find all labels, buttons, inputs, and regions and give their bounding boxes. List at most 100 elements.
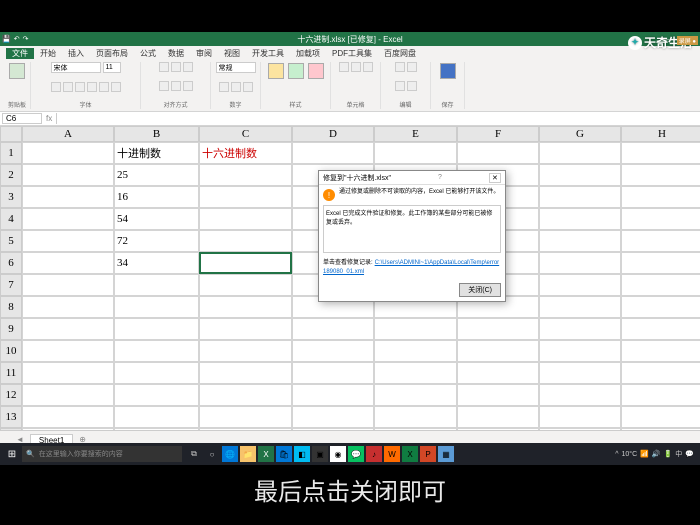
notification-icon[interactable]: 💬 bbox=[685, 450, 694, 458]
cell-A14[interactable] bbox=[22, 428, 114, 430]
cell-E9[interactable] bbox=[374, 318, 457, 340]
col-header-D[interactable]: D bbox=[292, 126, 374, 142]
cell-E14[interactable] bbox=[374, 428, 457, 430]
cell-E1[interactable] bbox=[374, 142, 457, 164]
cell-D9[interactable] bbox=[292, 318, 374, 340]
dialog-detail-area[interactable]: Excel 已完成文件验证和修复。此工作簿的某些部分可能已被修复或丢弃。 bbox=[323, 205, 501, 253]
app-icon-3[interactable]: ▦ bbox=[438, 446, 454, 462]
cell-A11[interactable] bbox=[22, 362, 114, 384]
row-header-2[interactable]: 2 bbox=[0, 164, 22, 186]
redo-icon[interactable]: ↷ bbox=[23, 35, 29, 43]
sort-icon[interactable] bbox=[395, 81, 405, 91]
cell-E13[interactable] bbox=[374, 406, 457, 428]
tab-view[interactable]: 视图 bbox=[218, 48, 246, 59]
tab-layout[interactable]: 页面布局 bbox=[90, 48, 134, 59]
tab-addins[interactable]: 加载项 bbox=[290, 48, 326, 59]
cell-C4[interactable] bbox=[199, 208, 292, 230]
tab-file[interactable]: 文件 bbox=[6, 48, 34, 59]
row-header-5[interactable]: 5 bbox=[0, 230, 22, 252]
cell-B5[interactable]: 72 bbox=[114, 230, 199, 252]
cell-B2[interactable]: 25 bbox=[114, 164, 199, 186]
cell-D10[interactable] bbox=[292, 340, 374, 362]
comma-icon[interactable] bbox=[243, 82, 253, 92]
cell-F1[interactable] bbox=[457, 142, 539, 164]
cell-C14[interactable] bbox=[199, 428, 292, 430]
cell-F14[interactable] bbox=[457, 428, 539, 430]
cell-C2[interactable] bbox=[199, 164, 292, 186]
music-icon[interactable]: ♪ bbox=[366, 446, 382, 462]
row-header-7[interactable]: 7 bbox=[0, 274, 22, 296]
autosum-icon[interactable] bbox=[395, 62, 405, 72]
folder-icon[interactable]: 📁 bbox=[240, 446, 256, 462]
col-header-F[interactable]: F bbox=[457, 126, 539, 142]
cell-B12[interactable] bbox=[114, 384, 199, 406]
underline-icon[interactable] bbox=[75, 82, 85, 92]
cell-H5[interactable] bbox=[621, 230, 700, 252]
cell-G9[interactable] bbox=[539, 318, 621, 340]
cell-G1[interactable] bbox=[539, 142, 621, 164]
tab-formulas[interactable]: 公式 bbox=[134, 48, 162, 59]
excel-taskbar-icon[interactable]: X bbox=[258, 446, 274, 462]
cell-D13[interactable] bbox=[292, 406, 374, 428]
cell-G2[interactable] bbox=[539, 164, 621, 186]
percent-icon[interactable] bbox=[231, 82, 241, 92]
cell-A5[interactable] bbox=[22, 230, 114, 252]
cell-G7[interactable] bbox=[539, 274, 621, 296]
cell-A8[interactable] bbox=[22, 296, 114, 318]
cell-F9[interactable] bbox=[457, 318, 539, 340]
select-all-corner[interactable] bbox=[0, 126, 22, 142]
cell-G12[interactable] bbox=[539, 384, 621, 406]
taskbar-search[interactable]: 🔍 在这里输入你要搜索的内容 bbox=[22, 446, 182, 462]
cell-A3[interactable] bbox=[22, 186, 114, 208]
dialog-help-icon[interactable]: ? bbox=[438, 174, 442, 181]
cell-B13[interactable] bbox=[114, 406, 199, 428]
number-format-box[interactable]: 常规 bbox=[216, 62, 256, 73]
cell-C6[interactable] bbox=[199, 252, 292, 274]
col-header-G[interactable]: G bbox=[539, 126, 621, 142]
cell-D11[interactable] bbox=[292, 362, 374, 384]
cell-H12[interactable] bbox=[621, 384, 700, 406]
cell-C11[interactable] bbox=[199, 362, 292, 384]
italic-icon[interactable] bbox=[63, 82, 73, 92]
row-header-9[interactable]: 9 bbox=[0, 318, 22, 340]
align-top-icon[interactable] bbox=[159, 62, 169, 72]
app-icon-1[interactable]: ◧ bbox=[294, 446, 310, 462]
find-icon[interactable] bbox=[407, 81, 417, 91]
save-icon[interactable]: 💾 bbox=[2, 35, 11, 43]
cell-G8[interactable] bbox=[539, 296, 621, 318]
cell-H9[interactable] bbox=[621, 318, 700, 340]
chrome-icon[interactable]: ◉ bbox=[330, 446, 346, 462]
row-header-10[interactable]: 10 bbox=[0, 340, 22, 362]
cell-B8[interactable] bbox=[114, 296, 199, 318]
cell-A12[interactable] bbox=[22, 384, 114, 406]
network-icon[interactable]: 📶 bbox=[640, 450, 649, 458]
col-header-A[interactable]: A bbox=[22, 126, 114, 142]
cell-C3[interactable] bbox=[199, 186, 292, 208]
dialog-close-button[interactable]: 关闭(C) bbox=[459, 283, 501, 297]
cell-B11[interactable] bbox=[114, 362, 199, 384]
align-bot-icon[interactable] bbox=[183, 62, 193, 72]
cell-C7[interactable] bbox=[199, 274, 292, 296]
align-mid-icon[interactable] bbox=[171, 62, 181, 72]
cell-B7[interactable] bbox=[114, 274, 199, 296]
weather-widget[interactable]: 10°C bbox=[621, 451, 637, 458]
row-header-3[interactable]: 3 bbox=[0, 186, 22, 208]
cell-B6[interactable]: 34 bbox=[114, 252, 199, 274]
cell-H1[interactable] bbox=[621, 142, 700, 164]
undo-icon[interactable]: ↶ bbox=[14, 35, 20, 43]
cell-A10[interactable] bbox=[22, 340, 114, 362]
wechat-icon[interactable]: 💬 bbox=[348, 446, 364, 462]
tab-pdf[interactable]: PDF工具集 bbox=[326, 48, 378, 59]
cell-B3[interactable]: 16 bbox=[114, 186, 199, 208]
cell-C8[interactable] bbox=[199, 296, 292, 318]
align-center-icon[interactable] bbox=[171, 81, 181, 91]
paste-icon[interactable] bbox=[9, 63, 25, 79]
row-header-12[interactable]: 12 bbox=[0, 384, 22, 406]
col-header-C[interactable]: C bbox=[199, 126, 292, 142]
wps-icon[interactable]: W bbox=[384, 446, 400, 462]
cell-H14[interactable] bbox=[621, 428, 700, 430]
name-box[interactable]: C6 bbox=[2, 113, 42, 124]
start-button[interactable]: ⊞ bbox=[2, 445, 22, 463]
cell-A13[interactable] bbox=[22, 406, 114, 428]
font-name-box[interactable]: 宋体 bbox=[51, 62, 101, 73]
